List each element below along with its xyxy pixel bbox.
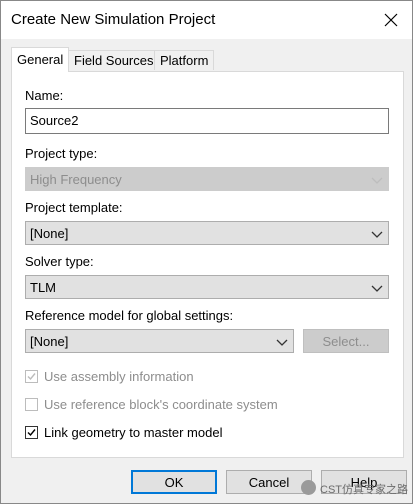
ok-button[interactable]: OK xyxy=(131,470,217,494)
name-label: Name: xyxy=(25,88,64,103)
watermark-text: CST仿真专家之路 xyxy=(320,484,408,496)
tab-field-sources[interactable]: Field Sources xyxy=(68,50,155,70)
chevron-down-icon xyxy=(371,228,383,240)
chevron-down-icon xyxy=(276,336,288,348)
use-assembly-label: Use assembly information xyxy=(44,369,194,384)
solver-type-select[interactable]: TLM xyxy=(25,275,389,299)
select-button: Select... xyxy=(303,329,389,353)
checkbox-checked-icon[interactable] xyxy=(25,426,38,439)
create-project-dialog: Create New Simulation Project General Fi… xyxy=(0,0,413,504)
chevron-down-icon xyxy=(371,282,383,294)
solver-type-value: TLM xyxy=(30,280,56,295)
project-template-value: [None] xyxy=(30,226,69,241)
wechat-icon xyxy=(301,480,316,495)
tab-platform[interactable]: Platform xyxy=(154,50,214,70)
project-template-select[interactable]: [None] xyxy=(25,221,389,245)
tab-general[interactable]: General xyxy=(11,47,69,72)
use-reference-block-checkbox: Use reference block's coordinate system xyxy=(25,397,325,415)
name-field[interactable]: Source2 xyxy=(25,108,389,134)
reference-model-label: Reference model for global settings: xyxy=(25,308,234,323)
reference-model-select[interactable]: [None] xyxy=(25,329,294,353)
link-geometry-checkbox[interactable]: Link geometry to master model xyxy=(25,425,275,443)
project-type-select: High Frequency xyxy=(25,167,389,191)
checkbox-empty-icon xyxy=(25,398,38,411)
use-assembly-checkbox: Use assembly information xyxy=(25,369,275,387)
dialog-title: Create New Simulation Project xyxy=(11,11,216,28)
reference-model-value: [None] xyxy=(30,334,69,349)
project-template-label: Project template: xyxy=(25,200,123,215)
cancel-button[interactable]: Cancel xyxy=(226,470,312,494)
link-geometry-label: Link geometry to master model xyxy=(44,425,223,440)
checkbox-checked-icon xyxy=(25,370,38,383)
use-reference-block-label: Use reference block's coordinate system xyxy=(44,397,278,412)
title-bar: Create New Simulation Project xyxy=(1,1,412,39)
project-type-label: Project type: xyxy=(25,146,98,161)
project-type-value: High Frequency xyxy=(30,172,122,187)
chevron-down-icon xyxy=(371,174,383,186)
close-icon[interactable] xyxy=(378,7,404,33)
solver-type-label: Solver type: xyxy=(25,254,94,269)
